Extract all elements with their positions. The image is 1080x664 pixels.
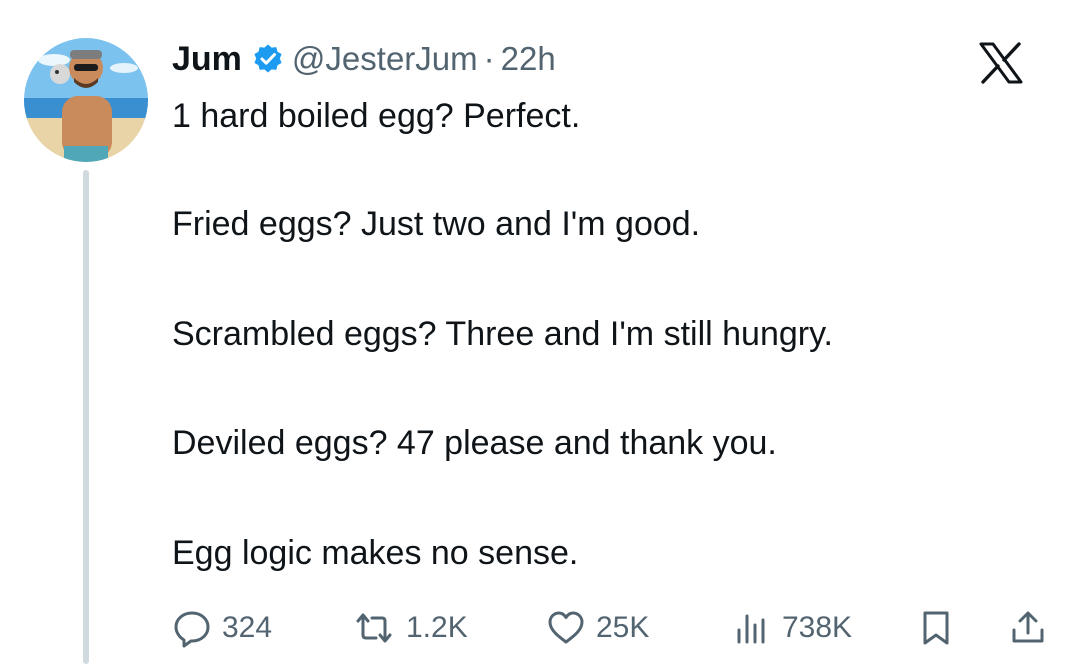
author-name[interactable]: Jum bbox=[172, 40, 242, 79]
reply-count: 324 bbox=[222, 611, 273, 644]
tweet-timestamp[interactable]: 22h bbox=[501, 40, 556, 78]
tweet-line: 1 hard boiled egg? Perfect. bbox=[172, 97, 581, 135]
verified-badge-icon bbox=[252, 43, 284, 75]
thread-line bbox=[83, 170, 89, 664]
header-separator: · bbox=[483, 40, 495, 77]
like-count: 25K bbox=[596, 611, 650, 644]
share-icon bbox=[1012, 611, 1044, 643]
bookmark-icon bbox=[923, 611, 949, 645]
tweet-header: Jum @JesterJum · 22h bbox=[172, 34, 556, 84]
repost-button[interactable]: 1.2K bbox=[352, 600, 468, 656]
tweet-line: Fried eggs? Just two and I'm good. bbox=[172, 205, 701, 243]
avatar[interactable] bbox=[24, 38, 148, 162]
reply-button[interactable]: 324 bbox=[172, 600, 272, 656]
heart-icon bbox=[548, 611, 584, 644]
bookmark-button[interactable] bbox=[916, 600, 966, 656]
like-button[interactable]: 25K bbox=[546, 600, 649, 656]
reply-icon bbox=[174, 611, 210, 648]
views-button[interactable]: 738K bbox=[732, 600, 852, 656]
tweet-line: Deviled eggs? 47 please and thank you. bbox=[172, 424, 777, 462]
tweet-line: Scrambled eggs? Three and I'm still hung… bbox=[172, 315, 834, 353]
repost-icon bbox=[356, 613, 392, 643]
views-chart-icon bbox=[737, 614, 765, 644]
x-logo-icon[interactable] bbox=[978, 42, 1024, 84]
share-button[interactable] bbox=[1008, 600, 1058, 656]
tweet-card: Jum @JesterJum · 22h 1 hard boiled egg? … bbox=[0, 0, 1080, 664]
views-count: 738K bbox=[782, 611, 853, 644]
repost-count: 1.2K bbox=[406, 611, 468, 644]
action-bar: 324 1.2K 25K 738K bbox=[172, 600, 1052, 656]
author-handle[interactable]: @JesterJum bbox=[292, 40, 478, 78]
tweet-line: Egg logic makes no sense. bbox=[172, 534, 579, 572]
